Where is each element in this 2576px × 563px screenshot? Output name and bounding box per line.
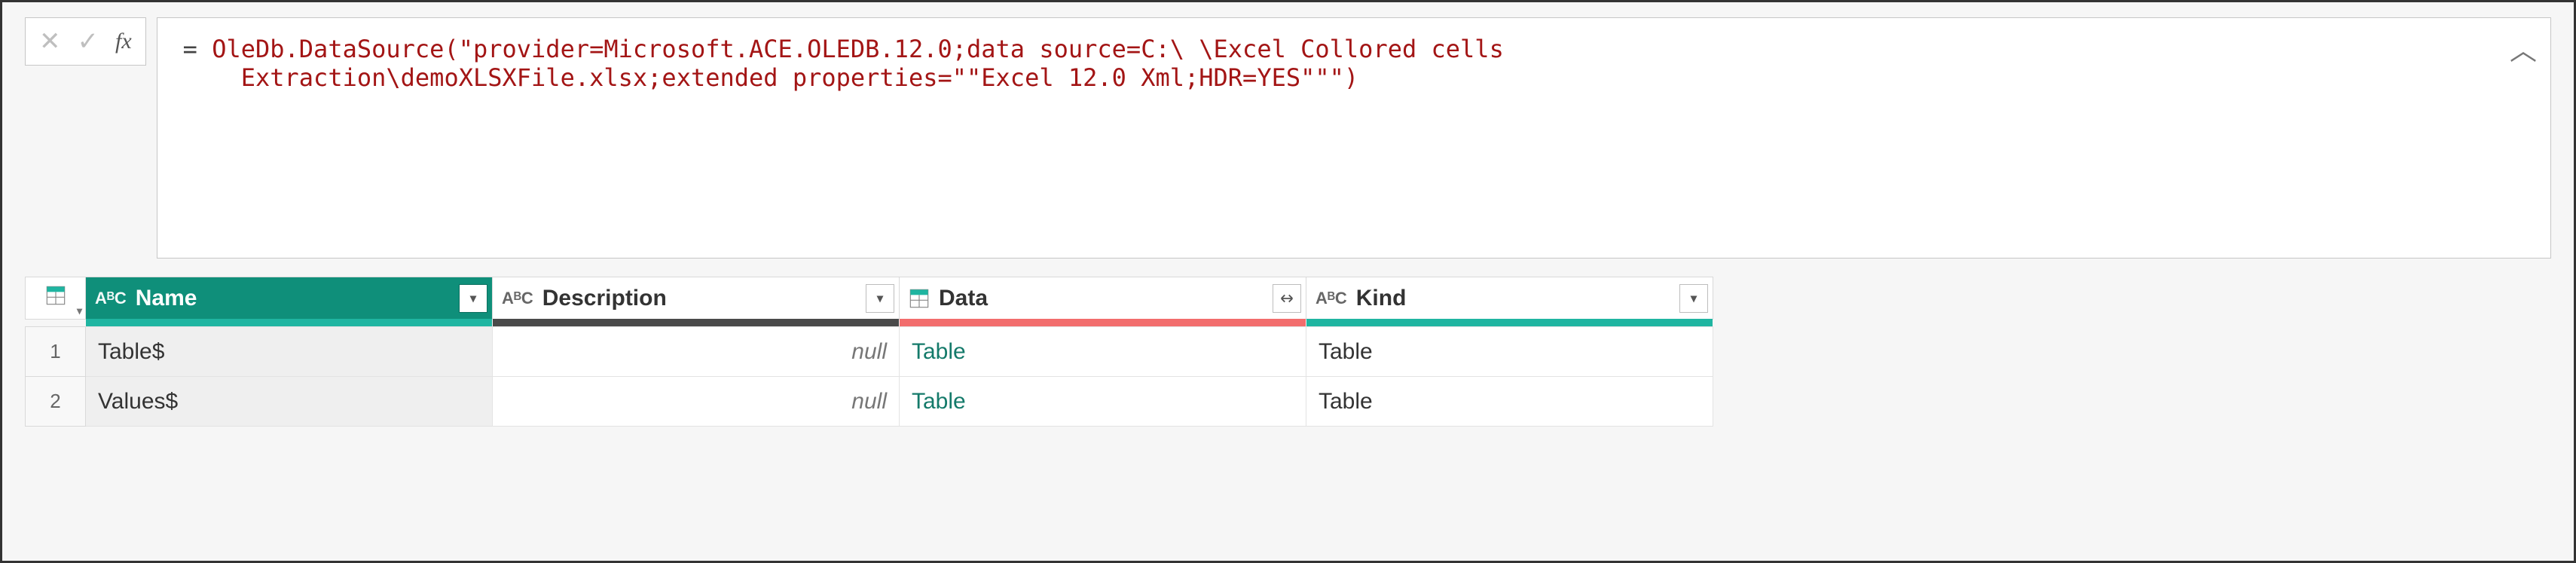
data-grid: ▾ AᴮC Name ▾ AᴮC Description ▾ <box>2 266 2574 427</box>
row-index[interactable]: 1 <box>26 327 86 377</box>
type-badge-text-description: AᴮC <box>502 289 533 308</box>
column-label-name: Name <box>136 286 197 311</box>
expand-column-icon[interactable] <box>1273 284 1301 313</box>
filter-dropdown-name[interactable]: ▾ <box>459 284 487 313</box>
preview-table: ▾ AᴮC Name ▾ AᴮC Description ▾ <box>25 277 1713 427</box>
column-label-kind: Kind <box>1356 286 1407 311</box>
accept-formula-icon[interactable]: ✓ <box>78 29 99 54</box>
row-index[interactable]: 2 <box>26 377 86 427</box>
type-badge-text-kind: AᴮC <box>1316 289 1347 308</box>
filter-dropdown-description[interactable]: ▾ <box>866 284 894 313</box>
cell-name[interactable]: Table$ <box>86 327 493 377</box>
cell-data[interactable]: Table <box>900 377 1306 427</box>
column-header-kind[interactable]: AᴮC Kind ▾ <box>1306 277 1713 320</box>
cell-description[interactable]: null <box>493 327 900 377</box>
filter-dropdown-kind[interactable]: ▾ <box>1679 284 1708 313</box>
quality-bar-kind <box>1306 319 1713 326</box>
column-label-description: Description <box>542 286 667 311</box>
chevron-down-icon: ▾ <box>77 304 82 317</box>
table-icon <box>45 285 66 306</box>
quality-bar-name <box>86 319 492 326</box>
power-query-editor-pane: ✕ ✓ fx = OleDb.DataSource("provider=Micr… <box>0 0 2576 563</box>
fx-icon[interactable]: fx <box>115 29 132 54</box>
formula-bar-input[interactable]: = OleDb.DataSource("provider=Microsoft.A… <box>157 17 2551 259</box>
cell-data[interactable]: Table <box>900 327 1306 377</box>
column-header-data[interactable]: Data <box>900 277 1306 320</box>
column-header-name[interactable]: AᴮC Name ▾ <box>86 277 493 320</box>
column-label-data: Data <box>939 286 988 311</box>
row-index-header[interactable]: ▾ <box>26 277 86 320</box>
formula-text-line1: OleDb.DataSource("provider=Microsoft.ACE… <box>212 35 1504 63</box>
table-row[interactable]: 1 Table$ null Table Table <box>26 327 1713 377</box>
cell-kind[interactable]: Table <box>1306 377 1713 427</box>
type-badge-text-name: AᴮC <box>95 289 127 308</box>
quality-bar-data <box>900 319 1306 326</box>
cell-kind[interactable]: Table <box>1306 327 1713 377</box>
formula-bar-controls: ✕ ✓ fx <box>25 17 146 66</box>
table-row[interactable]: 2 Values$ null Table Table <box>26 377 1713 427</box>
formula-eq: = <box>183 35 212 63</box>
column-header-description[interactable]: AᴮC Description ▾ <box>493 277 900 320</box>
quality-bar-description <box>493 319 899 326</box>
header-row: ▾ AᴮC Name ▾ AᴮC Description ▾ <box>26 277 1713 320</box>
type-badge-table-icon <box>909 288 930 309</box>
cancel-formula-icon[interactable]: ✕ <box>39 29 61 54</box>
cell-name[interactable]: Values$ <box>86 377 493 427</box>
formula-bar-row: ✕ ✓ fx = OleDb.DataSource("provider=Micr… <box>2 2 2574 266</box>
collapse-formula-icon[interactable]: ︿ <box>2510 29 2537 68</box>
cell-description[interactable]: null <box>493 377 900 427</box>
formula-text-line2: Extraction\demoXLSXFile.xlsx;extended pr… <box>241 63 1358 92</box>
